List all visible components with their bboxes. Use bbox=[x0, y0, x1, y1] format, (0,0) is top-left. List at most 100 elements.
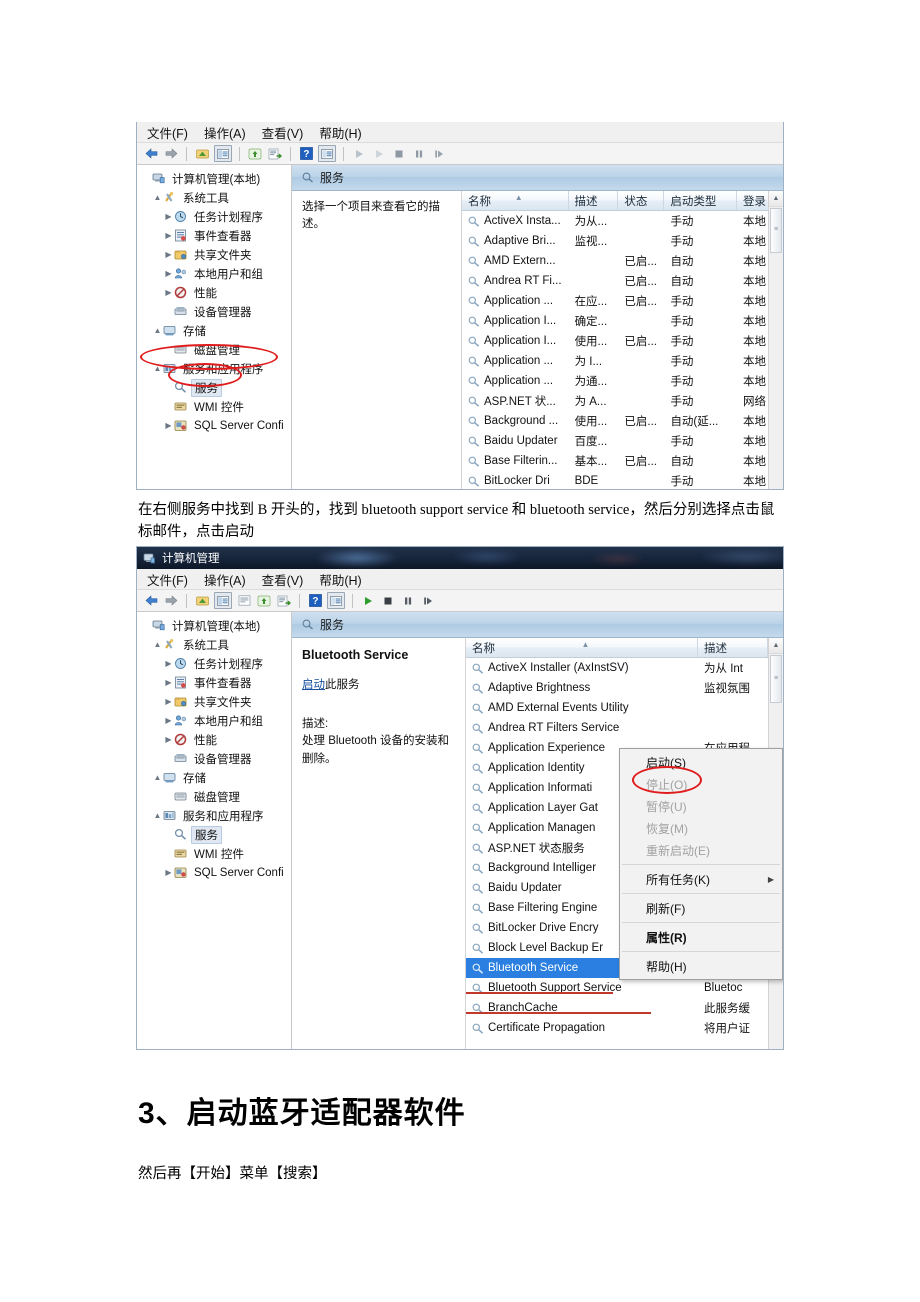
table-row[interactable]: Certificate Propagation 将用户证 bbox=[466, 1018, 783, 1038]
tree-node-1[interactable]: ▲ 系统工具 bbox=[141, 635, 291, 654]
tree-node-4[interactable]: ▶ 共享文件夹 bbox=[141, 245, 291, 264]
resume-service-icon[interactable] bbox=[420, 593, 436, 608]
menu-file[interactable]: 文件(F) bbox=[147, 123, 188, 142]
console-tree-1[interactable]: 计算机管理(本地) ▲ 系统工具 ▶ 任务计划程序 ▶ 事件查看器 ▶ 共享文件夹 ▶ 本地用户和组… bbox=[137, 165, 292, 489]
tree-node-2[interactable]: ▶ 任务计划程序 bbox=[141, 207, 291, 226]
expander-expanded-icon[interactable]: ▲ bbox=[152, 640, 163, 649]
up-folder-icon[interactable] bbox=[194, 146, 210, 161]
stop-service-icon[interactable] bbox=[380, 593, 396, 608]
expander-collapsed-icon[interactable]: ▶ bbox=[163, 697, 174, 706]
menu-bar-2[interactable]: 文件(F) 操作(A) 查看(V) 帮助(H) bbox=[137, 569, 783, 590]
table-row[interactable]: AMD External Events Utility bbox=[466, 698, 783, 718]
help-icon[interactable]: ? bbox=[307, 593, 323, 608]
table-row[interactable]: Application ... 为通... 手动 本地 bbox=[462, 371, 783, 391]
console-tree-icon[interactable] bbox=[318, 145, 336, 162]
tree-node-12[interactable]: WMI 控件 bbox=[141, 844, 291, 863]
expander-collapsed-icon[interactable]: ▶ bbox=[163, 868, 174, 877]
tree-node-7[interactable]: 设备管理器 bbox=[141, 302, 291, 321]
tree-node-6[interactable]: ▶ 性能 bbox=[141, 730, 291, 749]
table-row[interactable]: AMD Extern... 已启... 自动 本地 bbox=[462, 251, 783, 271]
table-row[interactable]: Application I... 使用... 已启... 手动 本地 bbox=[462, 331, 783, 351]
tree-node-13[interactable]: ▶ SQL Server Confi bbox=[141, 416, 291, 435]
table-row[interactable]: BranchCache 此服务缓 bbox=[466, 998, 783, 1018]
title-bar-2[interactable]: 计算机管理 bbox=[137, 547, 783, 569]
refresh-icon[interactable] bbox=[256, 593, 272, 608]
table-row[interactable]: Application I... 确定... 手动 本地 bbox=[462, 311, 783, 331]
expander-collapsed-icon[interactable]: ▶ bbox=[163, 250, 174, 259]
toolbar-2[interactable]: ? bbox=[137, 590, 783, 612]
expander-collapsed-icon[interactable]: ▶ bbox=[163, 716, 174, 725]
tree-node-6[interactable]: ▶ 性能 bbox=[141, 283, 291, 302]
table-row[interactable]: Andrea RT Fi... 已启... 自动 本地 bbox=[462, 271, 783, 291]
context-menu-item-6[interactable]: 所有任务(K) ▶ bbox=[620, 868, 782, 890]
service-context-menu[interactable]: 启动(S) 停止(O) 暂停(U) 恢复(M) 重新启动(E) 所有任务(K) ▶ 刷新(F)… bbox=[619, 748, 783, 980]
forward-icon[interactable] bbox=[163, 593, 179, 608]
forward-icon[interactable] bbox=[163, 146, 179, 161]
tree-node-8[interactable]: ▲ 存储 bbox=[141, 768, 291, 787]
tree-node-3[interactable]: ▶ 事件查看器 bbox=[141, 673, 291, 692]
tree-node-3[interactable]: ▶ 事件查看器 bbox=[141, 226, 291, 245]
table-row[interactable]: Bluetooth Support Service Bluetoc bbox=[466, 978, 783, 998]
table-row[interactable]: ActiveX Insta... 为从... 手动 本地 bbox=[462, 211, 783, 231]
export-list-icon[interactable] bbox=[267, 146, 283, 161]
tree-node-0[interactable]: 计算机管理(本地) bbox=[141, 616, 291, 635]
expander-collapsed-icon[interactable]: ▶ bbox=[163, 678, 174, 687]
context-menu-item-0[interactable]: 启动(S) bbox=[620, 751, 782, 773]
tree-node-13[interactable]: ▶ SQL Server Confi bbox=[141, 863, 291, 882]
console-tree-2[interactable]: 计算机管理(本地) ▲ 系统工具 ▶ 任务计划程序 ▶ 事件查看器 ▶ 共享文件夹 ▶ 本地用户和组… bbox=[137, 612, 292, 1049]
column-header-1[interactable]: 描述 bbox=[569, 191, 619, 210]
show-hide-tree-icon[interactable] bbox=[214, 592, 232, 609]
export-list-icon[interactable] bbox=[276, 593, 292, 608]
column-header-3[interactable]: 启动类型 bbox=[664, 191, 737, 210]
resume-service-icon[interactable] bbox=[431, 146, 447, 161]
menu-view[interactable]: 查看(V) bbox=[262, 570, 304, 589]
tree-node-1[interactable]: ▲ 系统工具 bbox=[141, 188, 291, 207]
tree-node-4[interactable]: ▶ 共享文件夹 bbox=[141, 692, 291, 711]
context-menu-item-8[interactable]: 刷新(F) bbox=[620, 897, 782, 919]
back-icon[interactable] bbox=[143, 146, 159, 161]
column-header-0[interactable]: 名称 ▲ bbox=[462, 191, 569, 210]
table-row[interactable]: Andrea RT Filters Service bbox=[466, 718, 783, 738]
table-row[interactable]: BitLocker Dri BDE 手动 本地 bbox=[462, 471, 783, 489]
start-service-link[interactable]: 启动 bbox=[302, 679, 325, 691]
table-row[interactable]: Adaptive Brightness 监视氛围 bbox=[466, 678, 783, 698]
show-hide-tree-icon[interactable] bbox=[214, 145, 232, 162]
console-tree-icon[interactable] bbox=[327, 592, 345, 609]
menu-view[interactable]: 查看(V) bbox=[262, 123, 304, 142]
pause-service-icon[interactable] bbox=[411, 146, 427, 161]
tree-node-10[interactable]: ▲ 服务和应用程序 bbox=[141, 806, 291, 825]
table-row[interactable]: Base Filterin... 基本... 已启... 自动 本地 bbox=[462, 451, 783, 471]
scroll-up-arrow-icon[interactable]: ▲ bbox=[769, 191, 783, 207]
tree-node-12[interactable]: WMI 控件 bbox=[141, 397, 291, 416]
menu-file[interactable]: 文件(F) bbox=[147, 570, 188, 589]
menu-action[interactable]: 操作(A) bbox=[204, 570, 246, 589]
expander-expanded-icon[interactable]: ▲ bbox=[152, 364, 163, 373]
menu-help[interactable]: 帮助(H) bbox=[319, 570, 361, 589]
expander-collapsed-icon[interactable]: ▶ bbox=[163, 231, 174, 240]
expander-collapsed-icon[interactable]: ▶ bbox=[163, 421, 174, 430]
list-header-1[interactable]: 名称 ▲ 描述 状态 启动类型 登录 bbox=[462, 191, 783, 211]
table-row[interactable]: Background ... 使用... 已启... 自动(延... 本地 bbox=[462, 411, 783, 431]
vertical-scrollbar-1[interactable]: ▲ ≡ bbox=[768, 191, 783, 489]
expander-collapsed-icon[interactable]: ▶ bbox=[163, 735, 174, 744]
list-body-1[interactable]: ActiveX Insta... 为从... 手动 本地 Adaptive Bri...… bbox=[462, 211, 783, 489]
column-header-1[interactable]: 描述 bbox=[698, 638, 768, 657]
list-header-2[interactable]: 名称 ▲ 描述 bbox=[466, 638, 783, 658]
stop-service-icon[interactable] bbox=[391, 146, 407, 161]
context-menu-item-10[interactable]: 属性(R) bbox=[620, 926, 782, 948]
properties-page-icon[interactable] bbox=[236, 593, 252, 608]
expander-collapsed-icon[interactable]: ▶ bbox=[163, 269, 174, 278]
start-service-icon[interactable] bbox=[351, 146, 367, 161]
table-row[interactable]: Application ... 为 I... 手动 本地 bbox=[462, 351, 783, 371]
table-row[interactable]: ActiveX Installer (AxInstSV) 为从 Int bbox=[466, 658, 783, 678]
expander-expanded-icon[interactable]: ▲ bbox=[152, 811, 163, 820]
column-header-0[interactable]: 名称 ▲ bbox=[466, 638, 698, 657]
pause-service-icon[interactable] bbox=[400, 593, 416, 608]
tree-node-11[interactable]: 服务 bbox=[141, 825, 291, 844]
tree-node-10[interactable]: ▲ 服务和应用程序 bbox=[141, 359, 291, 378]
menu-bar-1[interactable]: 文件(F) 操作(A) 查看(V) 帮助(H) bbox=[137, 122, 783, 143]
tree-node-5[interactable]: ▶ 本地用户和组 bbox=[141, 264, 291, 283]
expander-collapsed-icon[interactable]: ▶ bbox=[163, 288, 174, 297]
tree-node-5[interactable]: ▶ 本地用户和组 bbox=[141, 711, 291, 730]
back-icon[interactable] bbox=[143, 593, 159, 608]
